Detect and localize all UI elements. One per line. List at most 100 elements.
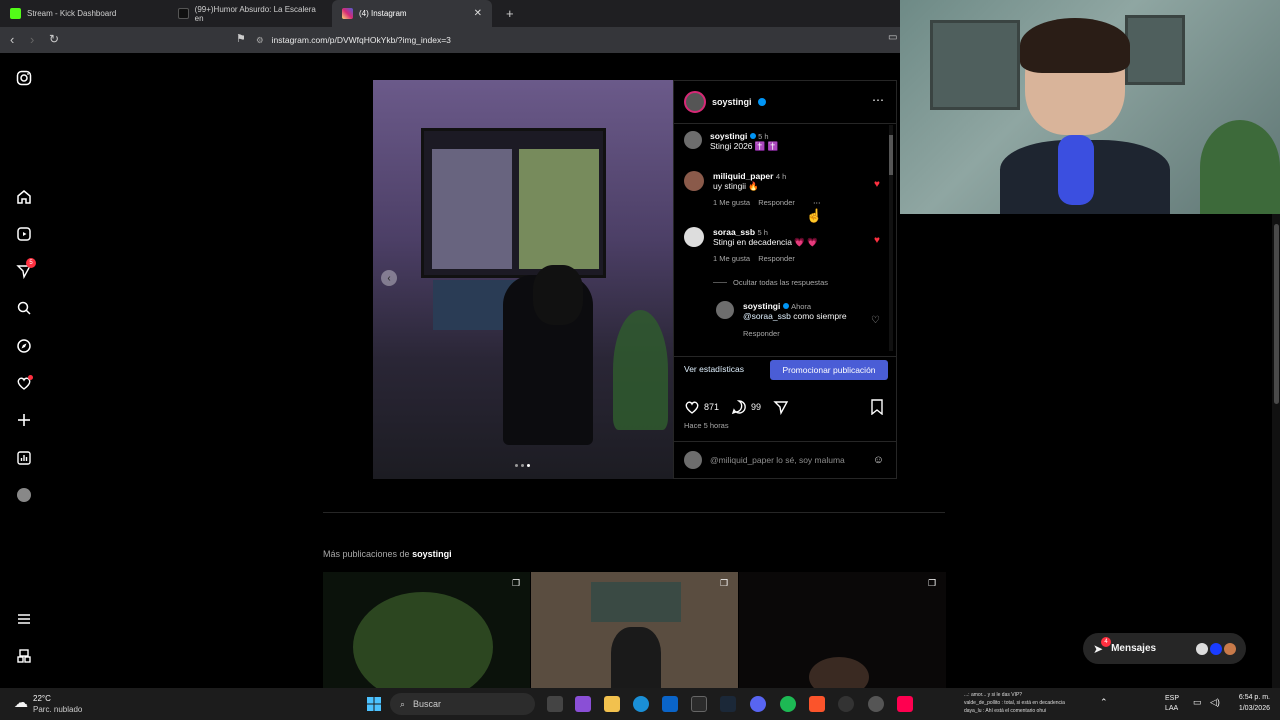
author-username[interactable]: soystingi	[712, 97, 752, 107]
weather-temp[interactable]: 22°C	[33, 694, 51, 703]
wall-frame	[930, 20, 1020, 110]
sidebar-toggle-icon[interactable]: ▭	[888, 32, 897, 43]
language-indicator[interactable]: ESP	[1165, 695, 1179, 702]
messages-pill[interactable]: ➤ 4 Mensajes	[1083, 633, 1246, 664]
like-icon[interactable]	[684, 399, 700, 415]
tab-instagram[interactable]: (4) Instagram ✕	[332, 0, 492, 27]
more-post-thumb-2[interactable]: ❐	[531, 572, 738, 692]
more-posts-username[interactable]: soystingi	[412, 549, 452, 559]
brave-icon[interactable]	[809, 696, 825, 712]
obs-icon[interactable]	[838, 696, 854, 712]
reply-button[interactable]: Responder	[743, 329, 886, 338]
instagram-logo-icon[interactable]	[14, 68, 34, 88]
tiktok-live-icon[interactable]	[897, 696, 913, 712]
file-explorer-icon[interactable]	[604, 696, 620, 712]
comment-input[interactable]: @miliquid_paper lo sé, soy maluma	[710, 455, 865, 465]
instagram-icon	[342, 8, 353, 19]
caption-avatar[interactable]	[684, 131, 702, 149]
caption: soystingi 5 h Stingi 2026 ✝️ ✝️	[684, 131, 884, 152]
comment-likes[interactable]: 1 Me gusta	[713, 198, 750, 207]
more-post-thumb-1[interactable]: ❐	[323, 572, 530, 692]
reply-avatar[interactable]	[716, 301, 734, 319]
create-icon[interactable]	[14, 410, 34, 430]
comment-text: Stingi en decadencia 💗 💗	[713, 237, 818, 247]
liked-heart-icon[interactable]: ♥	[874, 179, 880, 190]
outlook-icon[interactable]	[662, 696, 678, 712]
store-icon[interactable]	[691, 696, 707, 712]
tray-chevron-icon[interactable]: ⌃	[1100, 697, 1108, 708]
network-icon[interactable]: ▭	[1193, 697, 1202, 708]
discord-icon[interactable]	[750, 696, 766, 712]
view-insights-link[interactable]: Ver estadísticas	[684, 364, 744, 374]
more-post-thumb-3[interactable]: ❐	[739, 572, 946, 692]
volume-icon[interactable]: ◁)	[1210, 697, 1220, 708]
liked-heart-icon[interactable]: ♥	[874, 235, 880, 246]
profile-avatar[interactable]	[14, 485, 34, 505]
carousel-icon: ❐	[512, 578, 521, 588]
windows-start-icon[interactable]	[366, 696, 382, 712]
windows-taskbar: ☁ 22°C Parc. nublado ⌕ Buscar ...: amor.…	[0, 688, 1280, 720]
search-icon[interactable]	[14, 298, 34, 318]
comment-more-icon[interactable]: ⋯	[813, 198, 821, 207]
promote-post-button[interactable]: Promocionar publicación	[770, 360, 888, 380]
share-icon[interactable]	[773, 399, 789, 415]
new-dot	[28, 375, 33, 380]
post-panel: soystingi ⋯ soystingi 5 h Stingi 2026 ✝️…	[673, 80, 897, 479]
close-tab-icon[interactable]: ✕	[474, 8, 482, 19]
back-icon[interactable]: ‹	[10, 32, 14, 47]
comment-icon[interactable]	[731, 399, 747, 415]
caption-text: Stingi 2026 ✝️ ✝️	[710, 141, 779, 151]
spotify-icon[interactable]	[780, 696, 796, 712]
emoji-icon[interactable]: ☺	[873, 454, 884, 466]
explore-icon[interactable]	[14, 336, 34, 356]
author-avatar[interactable]	[684, 91, 706, 113]
new-tab-button[interactable]: +	[496, 0, 516, 27]
keyboard-layout: LAA	[1165, 705, 1179, 712]
verified-icon	[757, 98, 766, 106]
comment-item: miliquid_paper 4 h uy stingii 🔥 1 Me gus…	[684, 171, 884, 207]
comment-username[interactable]: soraa_ssb	[713, 227, 755, 237]
page-scrollbar[interactable]	[1272, 214, 1280, 688]
dashboard-icon[interactable]	[14, 448, 34, 468]
bookmark-icon[interactable]: ⚑	[236, 32, 246, 45]
direct-messages-icon[interactable]: 5	[14, 258, 36, 281]
forward-icon[interactable]: ›	[30, 32, 34, 47]
commenter-avatar[interactable]	[684, 227, 704, 247]
reply-button[interactable]: Responder	[758, 254, 795, 263]
hide-replies-button[interactable]: Ocultar todas las respuestas	[713, 278, 828, 287]
more-options-icon[interactable]: ⋯	[872, 93, 884, 107]
comment-likes[interactable]: 1 Me gusta	[713, 254, 750, 263]
caption-time: 5 h	[758, 132, 769, 141]
url-field[interactable]: ⚙ instagram.com/p/DVWfqHOkYkb/?img_index…	[256, 31, 896, 49]
clock-time[interactable]: 6:54 p. m.	[1228, 694, 1270, 701]
likes-count[interactable]: 871	[704, 402, 719, 412]
tab-tiktok[interactable]: (99+)Humor Absurdo: La Escalera en	[168, 0, 332, 27]
tab-label: (99+)Humor Absurdo: La Escalera en	[194, 4, 316, 23]
copilot-icon[interactable]	[575, 696, 591, 712]
caption-username[interactable]: soystingi	[710, 131, 747, 141]
comment-username[interactable]: miliquid_paper	[713, 171, 773, 181]
notifications-heart-icon[interactable]	[14, 373, 34, 393]
reels-icon[interactable]	[14, 224, 34, 244]
threads-apps-icon[interactable]	[14, 646, 34, 666]
reply-button[interactable]: Responder	[758, 198, 795, 207]
edge-icon[interactable]	[633, 696, 649, 712]
commenter-avatar[interactable]	[684, 171, 704, 191]
prev-slide-button[interactable]: ‹	[381, 270, 397, 286]
reply-username[interactable]: soystingi	[743, 301, 780, 311]
app-icon[interactable]	[868, 696, 884, 712]
comments-scrollbar[interactable]	[889, 125, 893, 351]
taskbar-search[interactable]: ⌕ Buscar	[390, 693, 535, 715]
save-bookmark-icon[interactable]	[870, 399, 884, 415]
tab-kick[interactable]: Stream - Kick Dashboard	[0, 0, 168, 27]
task-view-icon[interactable]	[547, 696, 563, 712]
like-heart-icon[interactable]: ♡	[871, 315, 880, 326]
steam-icon[interactable]	[720, 696, 736, 712]
post-image[interactable]: ‹	[373, 80, 673, 479]
url-text: instagram.com/p/DVWfqHOkYkb/?img_index=3	[271, 35, 451, 45]
home-icon[interactable]	[14, 187, 34, 207]
mention-link[interactable]: @soraa_ssb	[743, 311, 791, 321]
reload-icon[interactable]: ↻	[49, 32, 59, 46]
weather-icon[interactable]: ☁	[14, 694, 28, 711]
menu-icon[interactable]	[14, 609, 34, 629]
